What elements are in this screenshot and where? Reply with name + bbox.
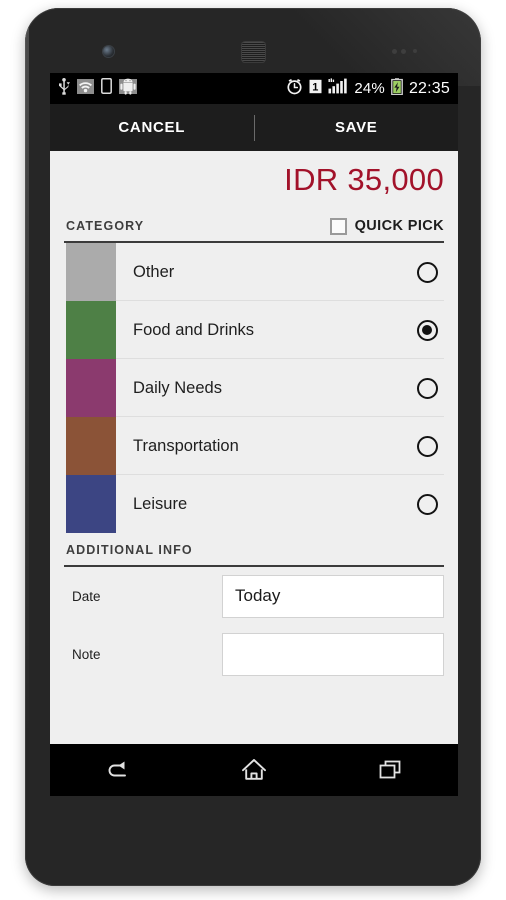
category-label: Other [133,262,175,281]
category-color-swatch [66,243,116,301]
usb-icon [58,77,70,100]
phone-device-frame: 1 24% 22:35 CANCEL SAVE IDR 35,000 CATEG… [25,8,481,886]
android-navigation-bar [50,744,458,796]
status-bar: 1 24% 22:35 [50,73,458,104]
category-row[interactable]: Leisure [50,475,458,533]
android-icon [119,78,137,100]
radio-button-selected[interactable] [416,319,438,341]
alarm-clock-icon [286,78,303,100]
device-icon [101,78,112,99]
front-camera-icon [103,46,114,57]
info-row: Note [50,625,458,683]
additional-info-section-header: ADDITIONAL INFO [50,533,458,567]
battery-charging-icon [391,77,403,100]
date-input[interactable]: Today [222,574,444,618]
additional-info-list: Date Today Note [50,567,458,683]
category-list: Other Food and Drinks Daily Needs Transport… [50,243,458,533]
radio-button[interactable] [416,493,438,515]
category-color-swatch [66,475,116,533]
info-row: Date Today [50,567,458,625]
save-button[interactable]: SAVE [255,104,459,151]
category-label: Daily Needs [133,378,222,397]
home-icon[interactable] [226,750,282,790]
category-row[interactable]: Daily Needs [50,359,458,417]
earpiece-speaker-icon [241,41,266,63]
quick-pick-label: QUICK PICK [354,218,444,234]
cancel-button[interactable]: CANCEL [50,104,254,151]
category-color-swatch [66,359,116,417]
category-radio-cell[interactable] [396,243,458,301]
amount-display[interactable]: IDR 35,000 [50,151,458,209]
category-row[interactable]: Transportation [50,417,458,475]
category-color-swatch [66,301,116,359]
additional-info-section-rule [64,565,444,567]
signal-bars-icon [328,78,348,99]
sim-indicator-icon: 1 [309,79,322,99]
radio-button[interactable] [416,261,438,283]
status-bar-left-icons [58,77,137,100]
status-bar-right-icons: 1 24% 22:35 [286,77,450,100]
note-input[interactable] [222,632,444,676]
action-bar: CANCEL SAVE [50,104,458,151]
category-label: Food and Drinks [133,320,255,339]
category-radio-cell[interactable] [396,475,458,533]
radio-button[interactable] [416,377,438,399]
category-section-header: CATEGORY QUICK PICK [50,209,458,243]
phone-screen: 1 24% 22:35 CANCEL SAVE IDR 35,000 CATEG… [50,73,458,796]
wifi-icon [77,78,94,100]
amount-value: IDR 35,000 [284,162,444,197]
category-color-swatch [66,417,116,475]
info-row-label: Note [72,646,101,662]
category-label: Leisure [133,494,188,513]
category-radio-cell[interactable] [396,359,458,417]
quick-pick-checkbox[interactable] [329,217,347,235]
svg-text:1: 1 [313,81,319,93]
back-icon[interactable] [90,750,146,790]
category-radio-cell[interactable] [396,417,458,475]
category-section-title: CATEGORY [66,219,145,233]
status-bar-clock: 22:35 [408,79,450,97]
category-row[interactable]: Other [50,243,458,301]
battery-percent-label: 24% [354,80,385,97]
recents-icon[interactable] [362,750,418,790]
info-row-label: Date [72,588,101,604]
category-row[interactable]: Food and Drinks [50,301,458,359]
category-label: Transportation [133,436,239,455]
category-radio-cell[interactable] [396,301,458,359]
radio-button[interactable] [416,435,438,457]
proximity-sensor-icon [392,49,420,55]
additional-info-section-title: ADDITIONAL INFO [66,543,193,557]
quick-pick-toggle[interactable]: QUICK PICK [329,217,444,235]
frame-edge-highlight [25,28,29,728]
